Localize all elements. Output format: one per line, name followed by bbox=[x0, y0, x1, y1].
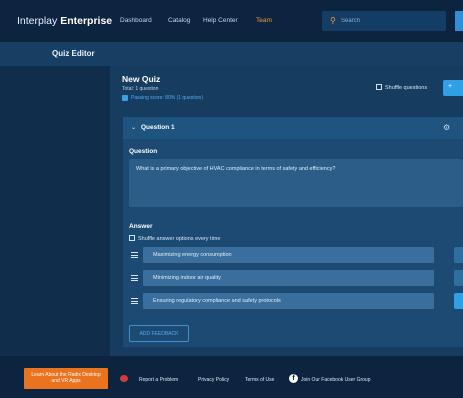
search-input[interactable] bbox=[341, 15, 441, 27]
shuffle-answers-toggle[interactable]: Shuffle answer options every time bbox=[129, 235, 220, 242]
answer-input[interactable]: Maximizing energy consumption bbox=[143, 247, 434, 263]
chevron-down-icon[interactable]: ⌄ bbox=[131, 124, 136, 131]
answer-text: Maximizing energy consumption bbox=[153, 252, 232, 258]
answer-option: Ensuring regulatory compliance and safet… bbox=[123, 293, 463, 309]
question-header[interactable]: ⌄ Question 1 ⚙ bbox=[123, 117, 463, 139]
learn-apps-label: Learn About the Radix Desktop and VR App… bbox=[31, 372, 101, 384]
left-sidebar bbox=[0, 66, 110, 356]
gear-icon[interactable]: ⚙ bbox=[443, 123, 450, 132]
correct-answer-toggle[interactable] bbox=[454, 247, 463, 263]
answer-input[interactable]: Ensuring regulatory compliance and safet… bbox=[143, 293, 434, 309]
top-navigation: Interplay Enterprise Dashboard Catalog H… bbox=[0, 0, 463, 42]
nav-catalog[interactable]: Catalog bbox=[168, 17, 190, 24]
question-card: ⌄ Question 1 ⚙ Question What is a primar… bbox=[123, 117, 463, 347]
correct-answer-toggle[interactable] bbox=[454, 270, 463, 286]
flag-icon bbox=[120, 375, 128, 382]
footer-link-privacy-policy[interactable]: Privacy Policy bbox=[198, 377, 229, 383]
answer-option: Minimizing indoor air quality bbox=[123, 270, 463, 286]
search-box[interactable]: ⚲ bbox=[322, 11, 446, 31]
quiz-title: New Quiz bbox=[122, 74, 161, 84]
drag-handle-icon[interactable] bbox=[131, 298, 138, 304]
shuffle-answers-label: Shuffle answer options every time bbox=[138, 236, 221, 242]
add-question-button[interactable]: + bbox=[443, 80, 463, 96]
search-icon: ⚲ bbox=[330, 16, 336, 25]
answer-label: Answer bbox=[129, 223, 153, 230]
shuffle-questions-label: Shuffle questions bbox=[385, 85, 428, 91]
editor-title-bar: Quiz Editor bbox=[0, 42, 463, 66]
brand-edition: Enterprise bbox=[60, 15, 113, 27]
shuffle-questions-toggle[interactable]: Shuffle questions bbox=[376, 84, 427, 91]
drag-handle-icon[interactable] bbox=[131, 252, 138, 258]
footer: Learn About the Radix Desktop and VR App… bbox=[0, 356, 463, 398]
answer-text: Ensuring regulatory compliance and safet… bbox=[153, 298, 281, 304]
drag-handle-icon[interactable] bbox=[131, 275, 138, 281]
shuffle-answers-checkbox[interactable] bbox=[129, 235, 135, 241]
passing-score[interactable]: Passing score: 80% (1 question) bbox=[131, 95, 203, 101]
nav-help-center[interactable]: Help Center bbox=[203, 17, 238, 24]
brand-name: Interplay bbox=[17, 15, 58, 27]
add-feedback-button[interactable]: ADD FEEDBACK bbox=[129, 325, 189, 342]
footer-link-facebook-group[interactable]: Join Our Facebook User Group bbox=[301, 377, 370, 383]
facebook-icon: f bbox=[289, 374, 298, 383]
brand-logo[interactable]: Interplay Enterprise bbox=[17, 15, 112, 27]
footer-link-report-problem[interactable]: Report a Problem bbox=[139, 377, 178, 383]
question-textarea[interactable]: What is a primary objective of HVAC comp… bbox=[129, 159, 463, 207]
shuffle-questions-checkbox[interactable] bbox=[376, 84, 382, 90]
nav-team[interactable]: Team bbox=[256, 17, 272, 24]
question-text: What is a primary objective of HVAC comp… bbox=[136, 166, 336, 172]
account-button[interactable] bbox=[455, 11, 463, 31]
add-feedback-label: ADD FEEDBACK bbox=[139, 331, 179, 337]
answer-option: Maximizing energy consumption bbox=[123, 247, 463, 263]
correct-answer-toggle[interactable] bbox=[454, 293, 463, 309]
quiz-editor-main: New Quiz Total: 1 question Passing score… bbox=[110, 66, 463, 356]
nav-dashboard[interactable]: Dashboard bbox=[120, 17, 152, 24]
answer-input[interactable]: Minimizing indoor air quality bbox=[143, 270, 434, 286]
answer-text: Minimizing indoor air quality bbox=[153, 275, 221, 281]
page-title: Quiz Editor bbox=[52, 49, 95, 58]
quiz-total: Total: 1 question bbox=[122, 86, 159, 92]
learn-apps-button[interactable]: Learn About the Radix Desktop and VR App… bbox=[24, 368, 108, 389]
question-heading: Question 1 bbox=[141, 124, 175, 131]
passing-score-icon bbox=[122, 95, 128, 101]
footer-link-terms[interactable]: Terms of Use bbox=[245, 377, 274, 383]
question-label: Question bbox=[129, 148, 158, 155]
